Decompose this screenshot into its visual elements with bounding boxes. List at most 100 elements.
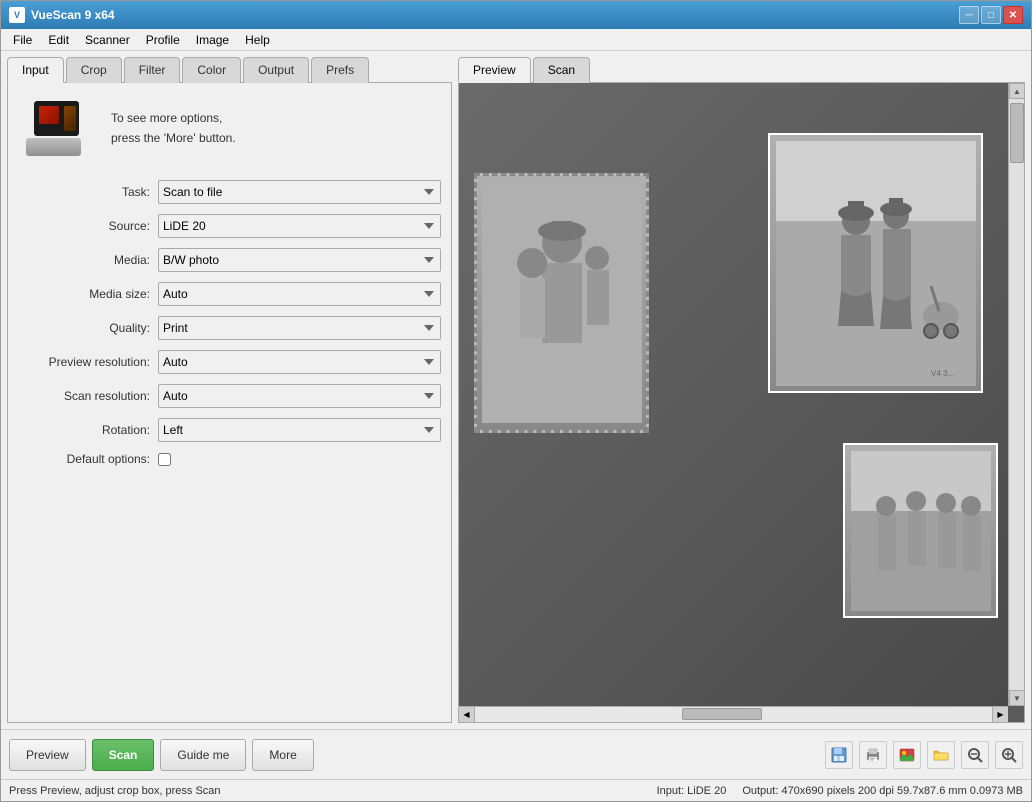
scroll-up-button[interactable]: ▲ xyxy=(1009,83,1025,99)
main-window: V VueScan 9 x64 ─ □ ✕ File Edit Scanner … xyxy=(0,0,1032,802)
quality-label: Quality: xyxy=(18,321,158,335)
right-photo-1-content: V4 3... xyxy=(770,135,981,391)
zoom-out-button[interactable] xyxy=(961,741,989,769)
title-bar: V VueScan 9 x64 ─ □ ✕ xyxy=(1,1,1031,29)
folder-icon xyxy=(933,747,949,763)
right-photo-2-content xyxy=(845,445,996,616)
zoom-in-button[interactable] xyxy=(995,741,1023,769)
close-button[interactable]: ✕ xyxy=(1003,6,1023,24)
preview-canvas: V4 3... xyxy=(459,83,1008,706)
status-right: Output: 470x690 pixels 200 dpi 59.7x87.6… xyxy=(742,785,1023,797)
tab-crop[interactable]: Crop xyxy=(66,57,122,83)
preview-res-row: Preview resolution: Auto 75 150 300 xyxy=(18,350,441,374)
default-options-row: Default options: xyxy=(18,452,441,466)
film-icon xyxy=(34,101,79,136)
media-label: Media: xyxy=(18,253,158,267)
menu-edit[interactable]: Edit xyxy=(40,31,77,49)
scan-res-select[interactable]: Auto 150 200 300 600 xyxy=(158,384,441,408)
rotation-row: Rotation: Left Right None 180 xyxy=(18,418,441,442)
source-select[interactable]: LiDE 20 Flatbed xyxy=(158,214,441,238)
print-icon-button[interactable] xyxy=(859,741,887,769)
save-icon-button[interactable] xyxy=(825,741,853,769)
minimize-button[interactable]: ─ xyxy=(959,6,979,24)
preview-tab-bar: Preview Scan xyxy=(458,57,1025,83)
media-size-select[interactable]: Auto Letter A4 xyxy=(158,282,441,306)
preview-button[interactable]: Preview xyxy=(9,739,86,771)
scanner-body-icon xyxy=(26,138,81,156)
main-photo-svg xyxy=(482,183,642,423)
info-message: To see more options,press the 'More' but… xyxy=(111,109,236,147)
rotation-label: Rotation: xyxy=(18,423,158,437)
maximize-button[interactable]: □ xyxy=(981,6,1001,24)
left-panel: Input Crop Filter Color Output Prefs To … xyxy=(7,57,452,723)
scanner-logo xyxy=(26,101,101,156)
task-label: Task: xyxy=(18,185,158,199)
tab-input[interactable]: Input xyxy=(7,57,64,83)
menu-image[interactable]: Image xyxy=(188,31,237,49)
window-controls: ─ □ ✕ xyxy=(959,6,1023,24)
scan-res-label: Scan resolution: xyxy=(18,389,158,403)
source-label: Source: xyxy=(18,219,158,233)
image-icon xyxy=(899,747,915,763)
quality-select[interactable]: Print Archive Screen xyxy=(158,316,441,340)
svg-text:V4 3...: V4 3... xyxy=(931,369,954,378)
tab-prefs[interactable]: Prefs xyxy=(311,57,369,83)
main-photo-content xyxy=(477,176,646,430)
tab-output[interactable]: Output xyxy=(243,57,309,83)
preview-res-select[interactable]: Auto 75 150 300 xyxy=(158,350,441,374)
scroll-down-button[interactable]: ▼ xyxy=(1009,690,1025,706)
right-photo-1-svg: V4 3... xyxy=(776,141,976,386)
task-select[interactable]: Scan to file Scan to printer Scan to ema… xyxy=(158,180,441,204)
folder-icon-button[interactable] xyxy=(927,741,955,769)
right-photo-1: V4 3... xyxy=(768,133,983,393)
menu-profile[interactable]: Profile xyxy=(138,31,188,49)
tab-filter[interactable]: Filter xyxy=(124,57,181,83)
media-row: Media: B/W photo Color photo Color negat… xyxy=(18,248,441,272)
info-box: To see more options,press the 'More' but… xyxy=(18,93,441,164)
tab-preview[interactable]: Preview xyxy=(458,57,531,83)
scroll-right-button[interactable]: ▶ xyxy=(992,707,1008,723)
zoom-in-icon xyxy=(1001,747,1017,763)
more-button[interactable]: More xyxy=(252,739,313,771)
scan-button[interactable]: Scan xyxy=(92,739,155,771)
guide-me-button[interactable]: Guide me xyxy=(160,739,246,771)
status-mid: Input: LiDE 20 xyxy=(641,785,743,797)
right-photo-2 xyxy=(843,443,998,618)
media-size-label: Media size: xyxy=(18,287,158,301)
vertical-scrollbar[interactable]: ▲ ▼ xyxy=(1008,83,1024,706)
right-panel: Preview Scan xyxy=(458,57,1025,723)
status-bar: Press Preview, adjust crop box, press Sc… xyxy=(1,779,1031,801)
tab-color[interactable]: Color xyxy=(182,57,241,83)
default-options-checkbox[interactable] xyxy=(158,453,171,466)
scroll-left-button[interactable]: ◀ xyxy=(459,707,475,723)
album-background: V4 3... xyxy=(459,83,1008,706)
media-size-row: Media size: Auto Letter A4 xyxy=(18,282,441,306)
h-scroll-track xyxy=(475,707,992,722)
preview-res-label: Preview resolution: xyxy=(18,355,158,369)
window-title: VueScan 9 x64 xyxy=(31,8,959,22)
image-icon-button[interactable] xyxy=(893,741,921,769)
menu-help[interactable]: Help xyxy=(237,31,278,49)
scroll-thumb-horizontal[interactable] xyxy=(682,708,762,720)
app-icon: V xyxy=(9,7,25,23)
preview-area[interactable]: V4 3... xyxy=(458,82,1025,723)
tab-scan-view[interactable]: Scan xyxy=(533,57,590,83)
left-tab-bar: Input Crop Filter Color Output Prefs xyxy=(7,57,452,83)
horizontal-scrollbar[interactable]: ◀ ▶ xyxy=(459,706,1008,722)
main-content: Input Crop Filter Color Output Prefs To … xyxy=(1,51,1031,729)
quality-row: Quality: Print Archive Screen xyxy=(18,316,441,340)
menu-scanner[interactable]: Scanner xyxy=(77,31,138,49)
rotation-select[interactable]: Left Right None 180 xyxy=(158,418,441,442)
default-options-label: Default options: xyxy=(18,452,158,466)
scroll-thumb-vertical[interactable] xyxy=(1010,103,1024,163)
task-row: Task: Scan to file Scan to printer Scan … xyxy=(18,180,441,204)
media-select[interactable]: B/W photo Color photo Color negative B/W… xyxy=(158,248,441,272)
menu-file[interactable]: File xyxy=(5,31,40,49)
print-icon xyxy=(865,747,881,763)
save-icon xyxy=(831,747,847,763)
status-left: Press Preview, adjust crop box, press Sc… xyxy=(9,785,641,797)
scan-res-row: Scan resolution: Auto 150 200 300 600 xyxy=(18,384,441,408)
left-tab-content: To see more options,press the 'More' but… xyxy=(7,82,452,723)
menu-bar: File Edit Scanner Profile Image Help xyxy=(1,29,1031,51)
main-photo xyxy=(474,173,649,433)
